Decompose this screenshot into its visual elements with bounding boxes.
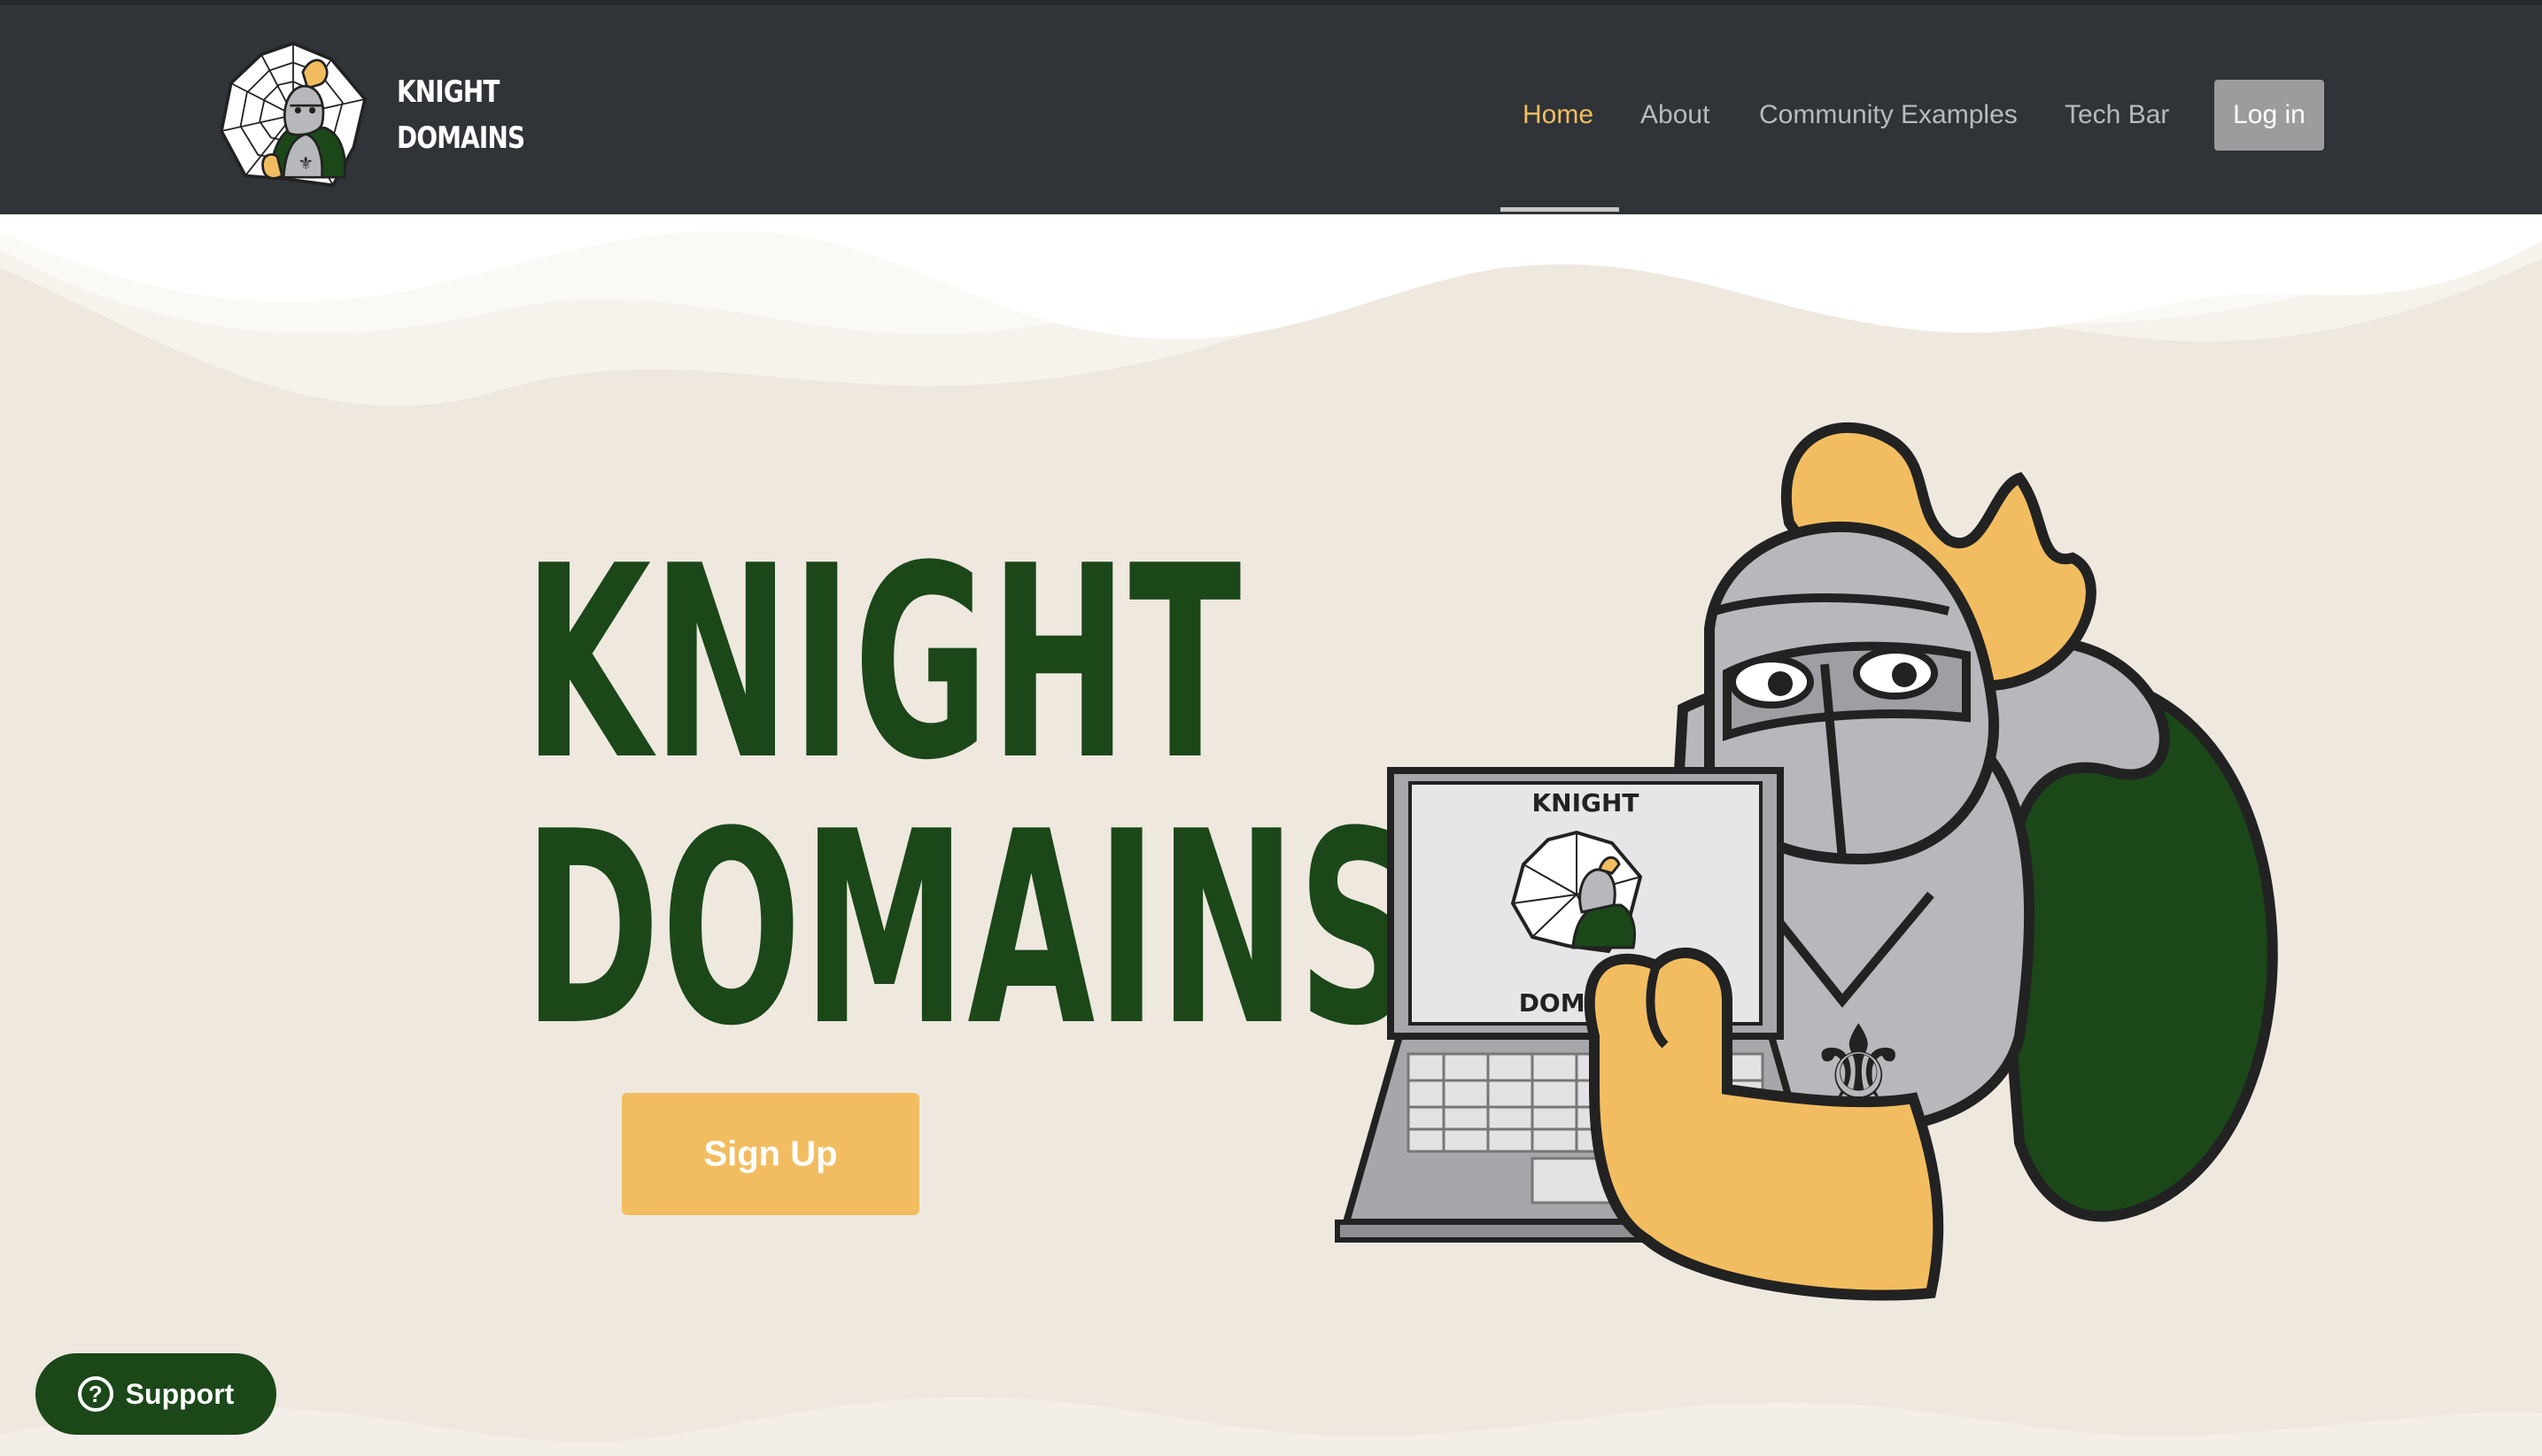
- question-circle-icon: ?: [77, 1376, 113, 1412]
- nav-home-link[interactable]: Home: [1523, 80, 1593, 151]
- hero-title-line-1: KNIGHT: [523, 509, 1243, 818]
- site-header: ⚜ KNIGHT DOMAINS Home About Community Ex…: [0, 0, 2542, 214]
- hero-title: KNIGHT DOMAINS: [372, 509, 1418, 1084]
- brand-logo-link[interactable]: ⚜ KNIGHT DOMAINS: [211, 35, 553, 195]
- knight-mascot-illustration: ⚜ KNIGHT: [1335, 422, 2278, 1301]
- sign-up-button[interactable]: Sign Up: [622, 1093, 919, 1215]
- nav-community-examples-link[interactable]: Community Examples: [1759, 80, 2018, 151]
- support-button[interactable]: ? Support: [35, 1353, 276, 1435]
- login-button[interactable]: Log in: [2214, 80, 2324, 151]
- nav-about-link[interactable]: About: [1640, 80, 1709, 151]
- nav-tech-bar-link[interactable]: Tech Bar: [2065, 80, 2169, 151]
- brand-wordmark: KNIGHT DOMAINS: [397, 69, 525, 161]
- brand-line-2: DOMAINS: [397, 120, 525, 156]
- hero-title-line-2: DOMAINS: [523, 775, 1418, 1084]
- support-label: Support: [125, 1377, 235, 1410]
- nav-active-indicator: [1500, 207, 1619, 212]
- brand-line-1: KNIGHT: [397, 74, 500, 110]
- laptop-screen-line-1: KNIGHT: [1531, 788, 1639, 817]
- svg-text:⚜: ⚜: [298, 153, 314, 174]
- knight-spiderweb-logo-icon: ⚜: [220, 42, 367, 188]
- bottom-wave-decoration: [0, 1397, 2542, 1456]
